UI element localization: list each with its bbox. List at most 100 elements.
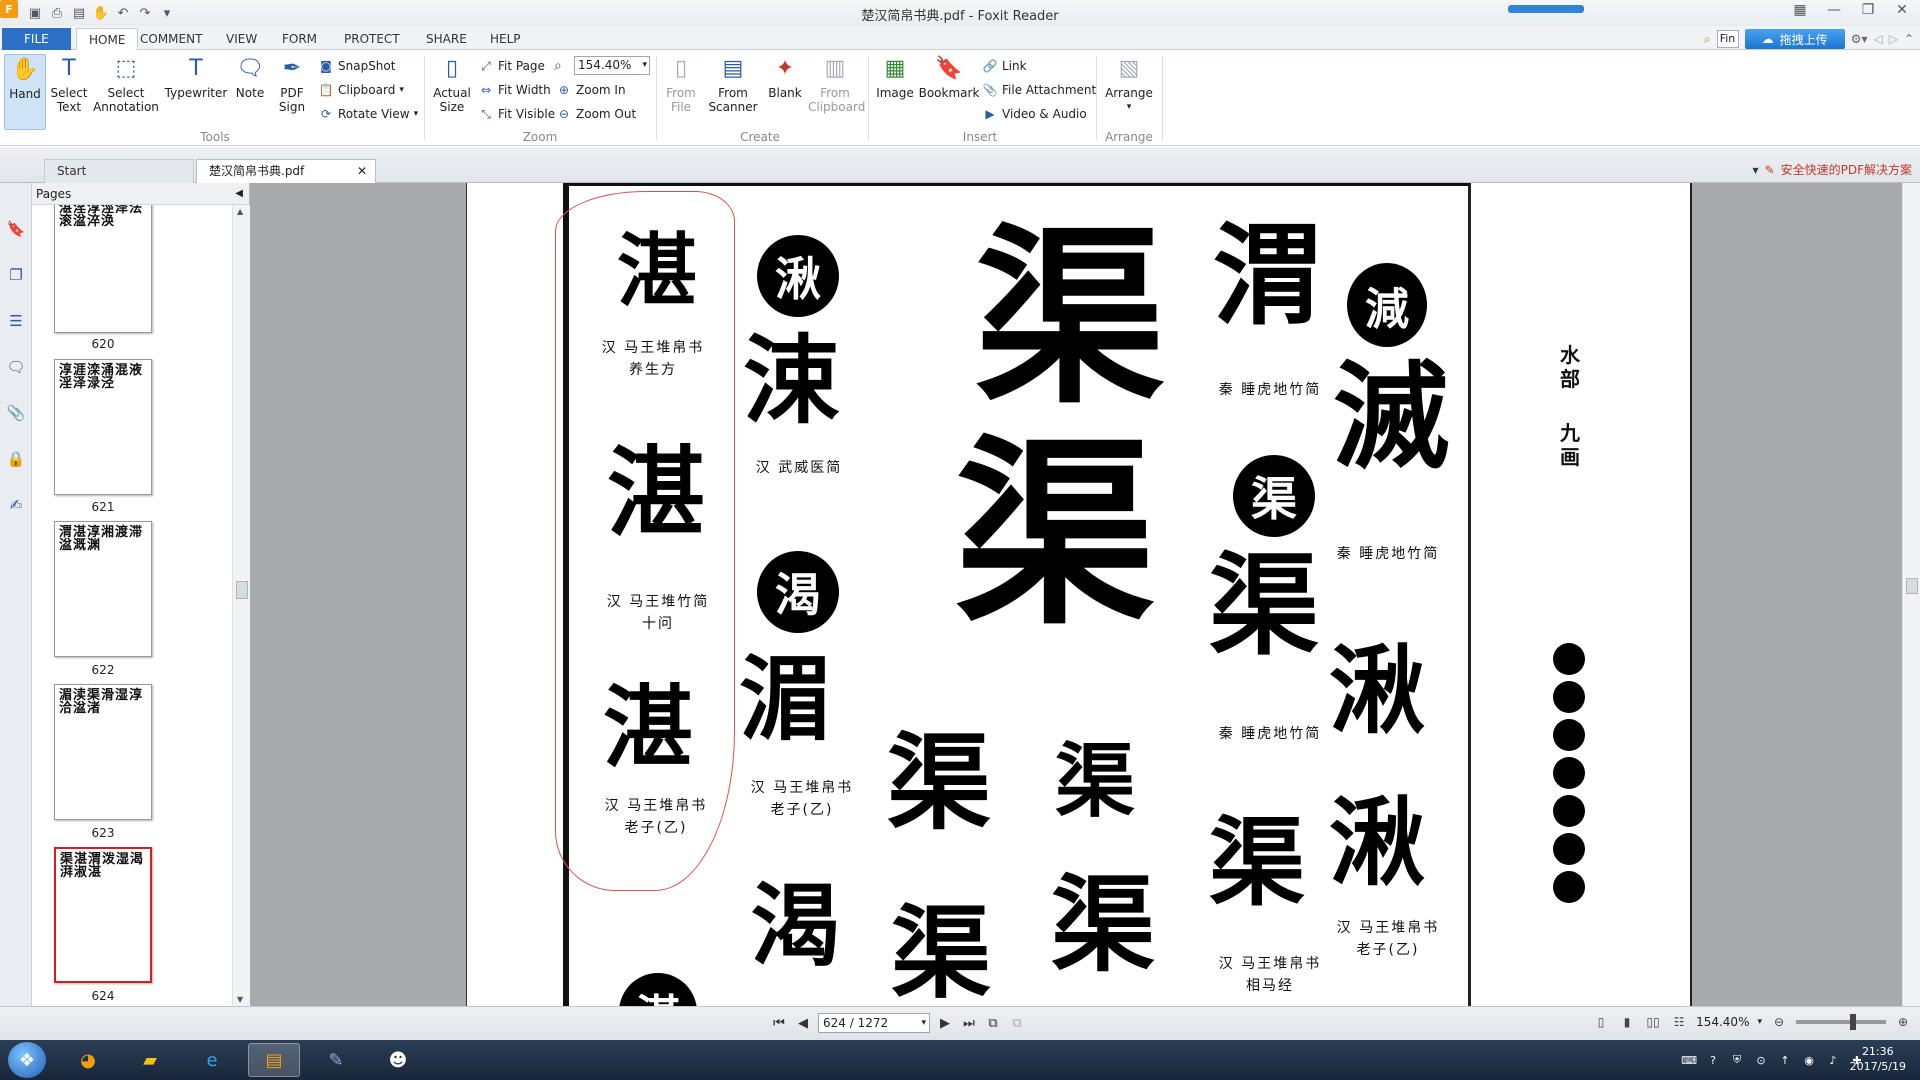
minimize-icon[interactable]: — [1824, 2, 1844, 18]
back-arrow-icon[interactable]: ◁ [1873, 32, 1882, 46]
paint-app-icon[interactable]: ✎ [310, 1043, 362, 1077]
promo-banner[interactable]: ▾ ✎ 安全快速的PDF解决方案 [1753, 161, 1912, 178]
zoom-in-button[interactable]: ⊕ Zoom In [556, 80, 626, 100]
undo-icon[interactable]: ↶ [114, 4, 132, 22]
rotate-view-button[interactable]: ⟳ Rotate View ▾ [318, 104, 418, 124]
page-thumbnail-622[interactable]: 渭湛淳湘渡滞湓溉渊 [54, 521, 152, 657]
note-button[interactable]: 🗨 Note [230, 54, 270, 101]
upload-button[interactable]: ☁ 拖拽上传 [1744, 29, 1845, 49]
system-clock[interactable]: 21:36 2017/5/19 [1850, 1044, 1906, 1074]
find-input[interactable]: Fin [1716, 30, 1739, 48]
zoom-out-icon[interactable]: ⊖ [1770, 1013, 1788, 1031]
fit-width-button[interactable]: ⇔ Fit Width [478, 80, 551, 100]
app-logo-icon[interactable]: F [0, 0, 18, 18]
bookmark-button[interactable]: 🔖 Bookmark [919, 54, 980, 101]
from-file-button[interactable]: ▯ From File [660, 54, 702, 115]
last-page-icon[interactable]: ⏭ [960, 1013, 978, 1033]
zoom-level-status[interactable]: 154.40% [1696, 1015, 1749, 1029]
scrollbar-thumb[interactable] [236, 581, 248, 599]
network-icon[interactable]: ⊙ [1754, 1053, 1768, 1067]
upload-arrow-icon[interactable]: ↑ [1778, 1053, 1792, 1067]
foxit-reader-taskbar-icon[interactable]: ▤ [248, 1043, 300, 1077]
scroll-down-icon[interactable]: ▼ [237, 995, 243, 1004]
from-scanner-button[interactable]: ▤ From Scanner [704, 54, 762, 115]
scrollbar-thumb[interactable] [1906, 578, 1918, 594]
scan-icon[interactable]: ▤ [70, 4, 88, 22]
page-thumbnail-623[interactable]: 湄渎渠滑湿淳洽湓渚 [54, 684, 152, 820]
settings-gear-icon[interactable]: ⚙▾ [1851, 32, 1868, 46]
collapse-panel-icon[interactable]: ◀ [235, 183, 243, 205]
save-icon[interactable]: ▣ [26, 4, 44, 22]
close-tab-icon[interactable]: ✕ [357, 160, 367, 182]
qq-app-icon[interactable]: ☻ [372, 1043, 424, 1077]
pages-panel-icon[interactable]: ❐ [6, 265, 26, 285]
fit-page-button[interactable]: ⤢ Fit Page [478, 56, 545, 76]
file-attachment-button[interactable]: 📎 File Attachment [982, 80, 1097, 100]
select-annotation-button[interactable]: ⬚ Select Annotation [92, 54, 160, 115]
first-page-icon[interactable]: ⏮ [770, 1013, 788, 1033]
page-thumbnail-621[interactable]: 淳涯滦涌混液淫泽渌泾 [54, 359, 152, 495]
tab-current-document[interactable]: 楚汉简帛书典.pdf ✕ [196, 159, 376, 183]
continuous-page-icon[interactable]: ▮ [1618, 1013, 1636, 1031]
snapshot-button[interactable]: ◙ SnapShot [318, 56, 395, 76]
keyboard-icon[interactable]: ⌨ [1681, 1053, 1697, 1067]
image-button[interactable]: ▦ Image [872, 54, 918, 101]
tab-protect[interactable]: PROTECT [332, 28, 412, 50]
tab-form[interactable]: FORM [270, 28, 329, 50]
page-number-input[interactable]: 624 / 1272 ▾ [818, 1013, 930, 1033]
tab-view[interactable]: VIEW [214, 28, 269, 50]
tab-start[interactable]: Start [44, 159, 194, 183]
collapse-ribbon-icon[interactable]: ⌃ [1904, 32, 1914, 46]
forward-arrow-icon[interactable]: ▷ [1889, 32, 1898, 46]
clipboard-button[interactable]: 📋 Clipboard ▾ [318, 80, 404, 100]
print-icon[interactable]: ⎙ [48, 4, 66, 22]
continuous-facing-icon[interactable]: ☷ [1670, 1013, 1688, 1031]
page-thumbnail-620[interactable]: 湛淫淳涇泽法滚湓淬涣 [54, 205, 152, 333]
next-page-icon[interactable]: ▶ [936, 1013, 954, 1033]
zoom-slider[interactable] [1796, 1014, 1886, 1030]
zoom-in-icon[interactable]: ⊕ [1894, 1013, 1912, 1031]
from-clipboard-button[interactable]: ▥ From Clipboard [808, 54, 865, 115]
arrange-button[interactable]: ▧ Arrange ▾ [1102, 54, 1156, 114]
zoom-level-select[interactable]: 154.40% ▾ [574, 56, 650, 75]
security-shield-icon[interactable]: ⛨ [1730, 1053, 1744, 1067]
browser-app-icon[interactable]: ◕ [62, 1043, 114, 1077]
chevron-down-icon[interactable]: ▾ [1757, 1017, 1762, 1027]
document-view[interactable]: 湛 汉 马王堆帛书 养生方 湛 汉 马王堆竹简 十问 湛 汉 马王堆帛书 老子(… [250, 183, 1920, 1006]
bookmarks-panel-icon[interactable]: 🔖 [6, 219, 26, 239]
close-window-icon[interactable]: ✕ [1892, 2, 1912, 18]
link-button[interactable]: 🔗 Link [982, 56, 1027, 76]
page-thumbnail-624[interactable]: 渠湛渭泼湿渴湃淑湛 [54, 847, 152, 983]
tab-help[interactable]: HELP [478, 28, 533, 50]
tab-comment[interactable]: COMMENT [128, 28, 214, 50]
fit-visible-button[interactable]: ⤡ Fit Visible [478, 104, 555, 124]
blank-button[interactable]: ✦ Blank [764, 54, 806, 101]
next-view-icon[interactable]: ⧉ [1008, 1013, 1026, 1033]
comments-panel-icon[interactable]: 🗨 [6, 357, 26, 377]
security-lock-icon[interactable]: 🔒 [6, 449, 26, 469]
typewriter-button[interactable]: T Typewriter [164, 54, 228, 101]
single-page-icon[interactable]: ▯ [1592, 1013, 1610, 1031]
hand-button[interactable]: ✋ Hand [4, 54, 46, 130]
restore-icon[interactable]: ❐ [1858, 2, 1878, 18]
attachments-panel-icon[interactable]: 📎 [6, 403, 26, 423]
antivirus-icon[interactable]: ◉ [1802, 1053, 1816, 1067]
previous-page-icon[interactable]: ◀ [794, 1013, 812, 1033]
chevron-down-icon[interactable]: ▾ [1753, 163, 1759, 177]
document-scrollbar[interactable] [1902, 183, 1920, 1006]
tab-share[interactable]: SHARE [414, 28, 479, 50]
file-explorer-icon[interactable]: ▰ [124, 1043, 176, 1077]
pdf-sign-button[interactable]: ✒ PDF Sign [272, 54, 312, 115]
actual-size-button[interactable]: ▯ Actual Size [430, 54, 474, 115]
facing-page-icon[interactable]: ▯▯ [1644, 1013, 1662, 1031]
internet-explorer-icon[interactable]: e [186, 1043, 238, 1077]
select-text-button[interactable]: T Select Text [48, 54, 90, 115]
scroll-up-icon[interactable]: ▲ [237, 207, 243, 216]
layout-icon[interactable]: ▦ [1790, 2, 1810, 18]
zoom-out-button[interactable]: ⊖ Zoom Out [556, 104, 636, 124]
previous-view-icon[interactable]: ⧉ [984, 1013, 1002, 1033]
video-audio-button[interactable]: ▶ Video & Audio [982, 104, 1086, 124]
customize-qat-icon[interactable]: ▾ [158, 4, 176, 22]
redo-icon[interactable]: ↷ [136, 4, 154, 22]
start-button-icon[interactable]: ❖ [8, 1042, 46, 1078]
